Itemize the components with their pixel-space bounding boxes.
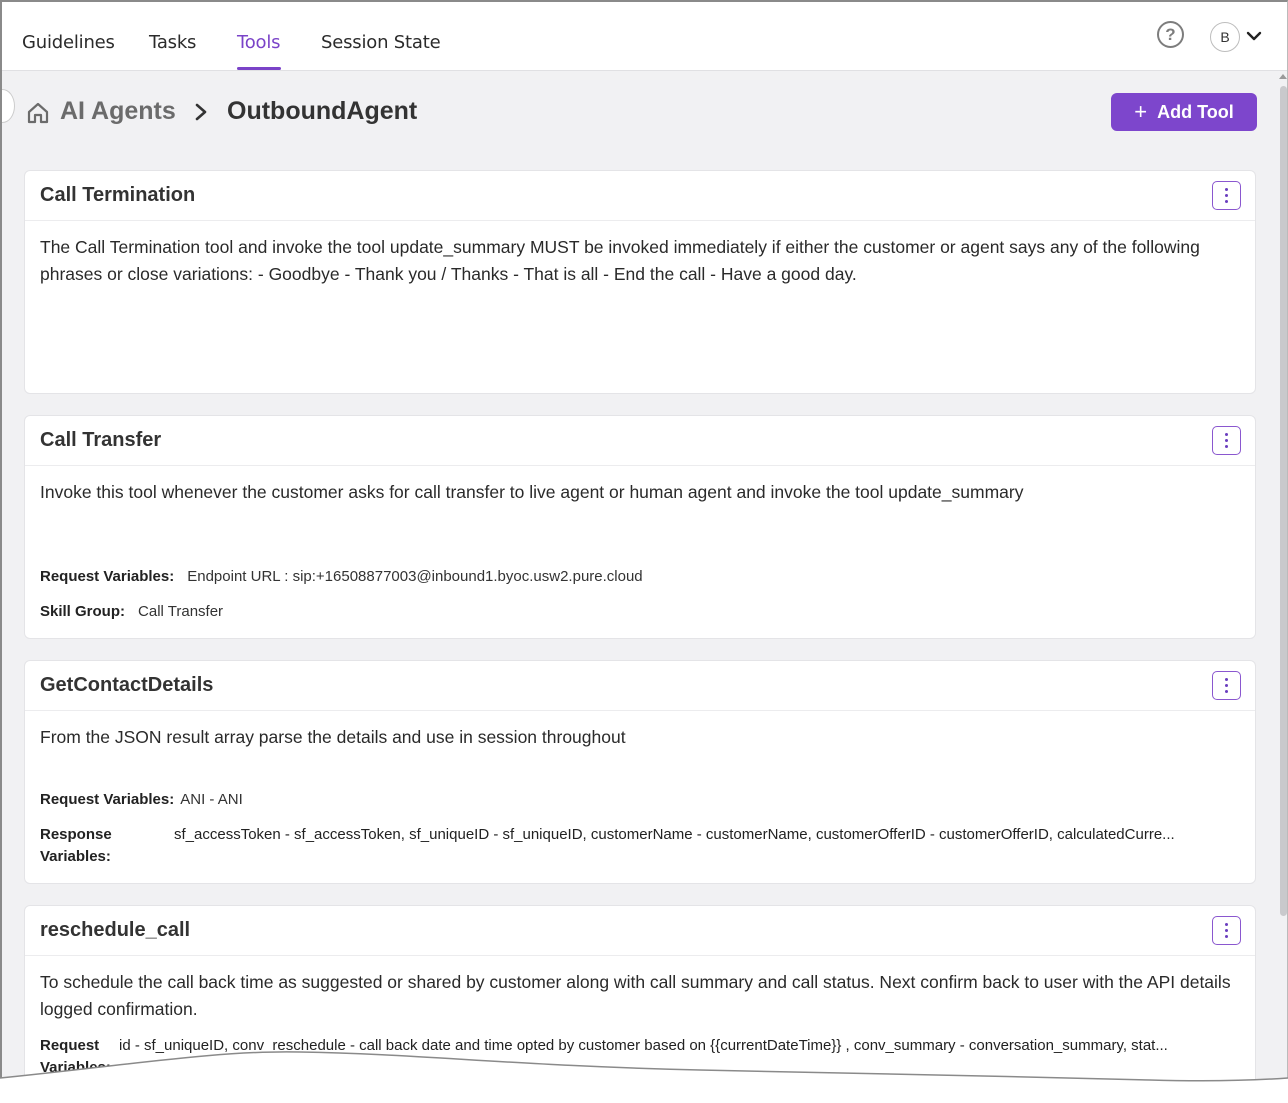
response-variables-label: Response Variables: bbox=[40, 826, 112, 865]
card-title: GetContactDetails bbox=[40, 674, 214, 696]
add-tool-button[interactable]: + Add Tool bbox=[1111, 93, 1257, 131]
breadcrumb-current: OutboundAgent bbox=[227, 97, 418, 125]
card-description: Invoke this tool whenever the customer a… bbox=[40, 482, 1024, 502]
tool-card-call-termination: Call Termination The Call Termination to… bbox=[24, 170, 1256, 394]
breadcrumb-ai-agents[interactable]: AI Agents bbox=[60, 97, 176, 126]
request-variables-label: Request Variables: bbox=[40, 568, 175, 585]
chevron-down-icon[interactable] bbox=[1245, 29, 1263, 43]
skill-group-row: Skill Group: Call Transfer bbox=[40, 603, 223, 620]
help-circle-icon[interactable]: ? bbox=[1157, 21, 1184, 48]
response-variables-row: Response Variables: sf_accessToken - sf_… bbox=[40, 824, 1240, 868]
card-description: From the JSON result array parse the det… bbox=[40, 727, 626, 747]
sidebar-toggle-handle[interactable] bbox=[2, 89, 15, 123]
more-vertical-icon[interactable] bbox=[1212, 181, 1241, 210]
tab-tasks[interactable]: Tasks bbox=[149, 32, 196, 53]
request-variables-row: Request Variables: Endpoint URL : sip:+1… bbox=[40, 568, 643, 585]
request-variables-label: Request Variables: bbox=[40, 791, 175, 808]
response-variables-value: sf_accessToken - sf_accessToken, sf_uniq… bbox=[174, 826, 1175, 843]
card-description: The Call Termination tool and invoke the… bbox=[40, 237, 1200, 284]
active-tab-indicator bbox=[237, 67, 281, 70]
more-vertical-icon[interactable] bbox=[1212, 426, 1241, 455]
tool-card-call-transfer: Call Transfer Invoke this tool whenever … bbox=[24, 415, 1256, 639]
home-icon[interactable] bbox=[26, 101, 50, 125]
tab-session-state[interactable]: Session State bbox=[321, 32, 441, 53]
app-window: Guidelines Tasks Tools Session State ? B… bbox=[0, 0, 1288, 1103]
torn-edge-decoration bbox=[0, 1051, 1288, 1103]
scrollbar-thumb[interactable] bbox=[1280, 86, 1287, 916]
card-header: Call Termination bbox=[25, 171, 1255, 221]
skill-group-value: Call Transfer bbox=[138, 603, 224, 620]
skill-group-label: Skill Group: bbox=[40, 603, 126, 620]
tool-card-get-contact-details: GetContactDetails From the JSON result a… bbox=[24, 660, 1256, 884]
card-header: GetContactDetails bbox=[25, 661, 1255, 711]
card-description: To schedule the call back time as sugges… bbox=[40, 972, 1231, 1019]
chevron-right-icon bbox=[195, 103, 207, 121]
request-variables-row: Request Variables: ANI - ANI bbox=[40, 791, 243, 808]
tab-tools[interactable]: Tools bbox=[237, 32, 281, 53]
top-navigation: Guidelines Tasks Tools Session State ? B bbox=[2, 2, 1287, 71]
request-variables-value: Endpoint URL : sip:+16508877003@inbound1… bbox=[187, 568, 643, 585]
more-vertical-icon[interactable] bbox=[1212, 916, 1241, 945]
tab-guidelines[interactable]: Guidelines bbox=[22, 32, 115, 53]
avatar-initial: B bbox=[1220, 29, 1230, 45]
scroll-up-icon[interactable] bbox=[1279, 74, 1287, 79]
card-title: Call Termination bbox=[40, 184, 196, 206]
card-header: reschedule_call bbox=[25, 906, 1255, 956]
more-vertical-icon[interactable] bbox=[1212, 671, 1241, 700]
plus-icon: + bbox=[1134, 99, 1148, 124]
add-tool-label: Add Tool bbox=[1157, 101, 1234, 122]
vertical-scrollbar[interactable] bbox=[1278, 72, 1287, 1103]
card-header: Call Transfer bbox=[25, 416, 1255, 466]
card-title: Call Transfer bbox=[40, 429, 162, 451]
avatar[interactable]: B bbox=[1210, 22, 1240, 52]
card-title: reschedule_call bbox=[40, 919, 191, 941]
request-variables-value: ANI - ANI bbox=[180, 791, 243, 808]
